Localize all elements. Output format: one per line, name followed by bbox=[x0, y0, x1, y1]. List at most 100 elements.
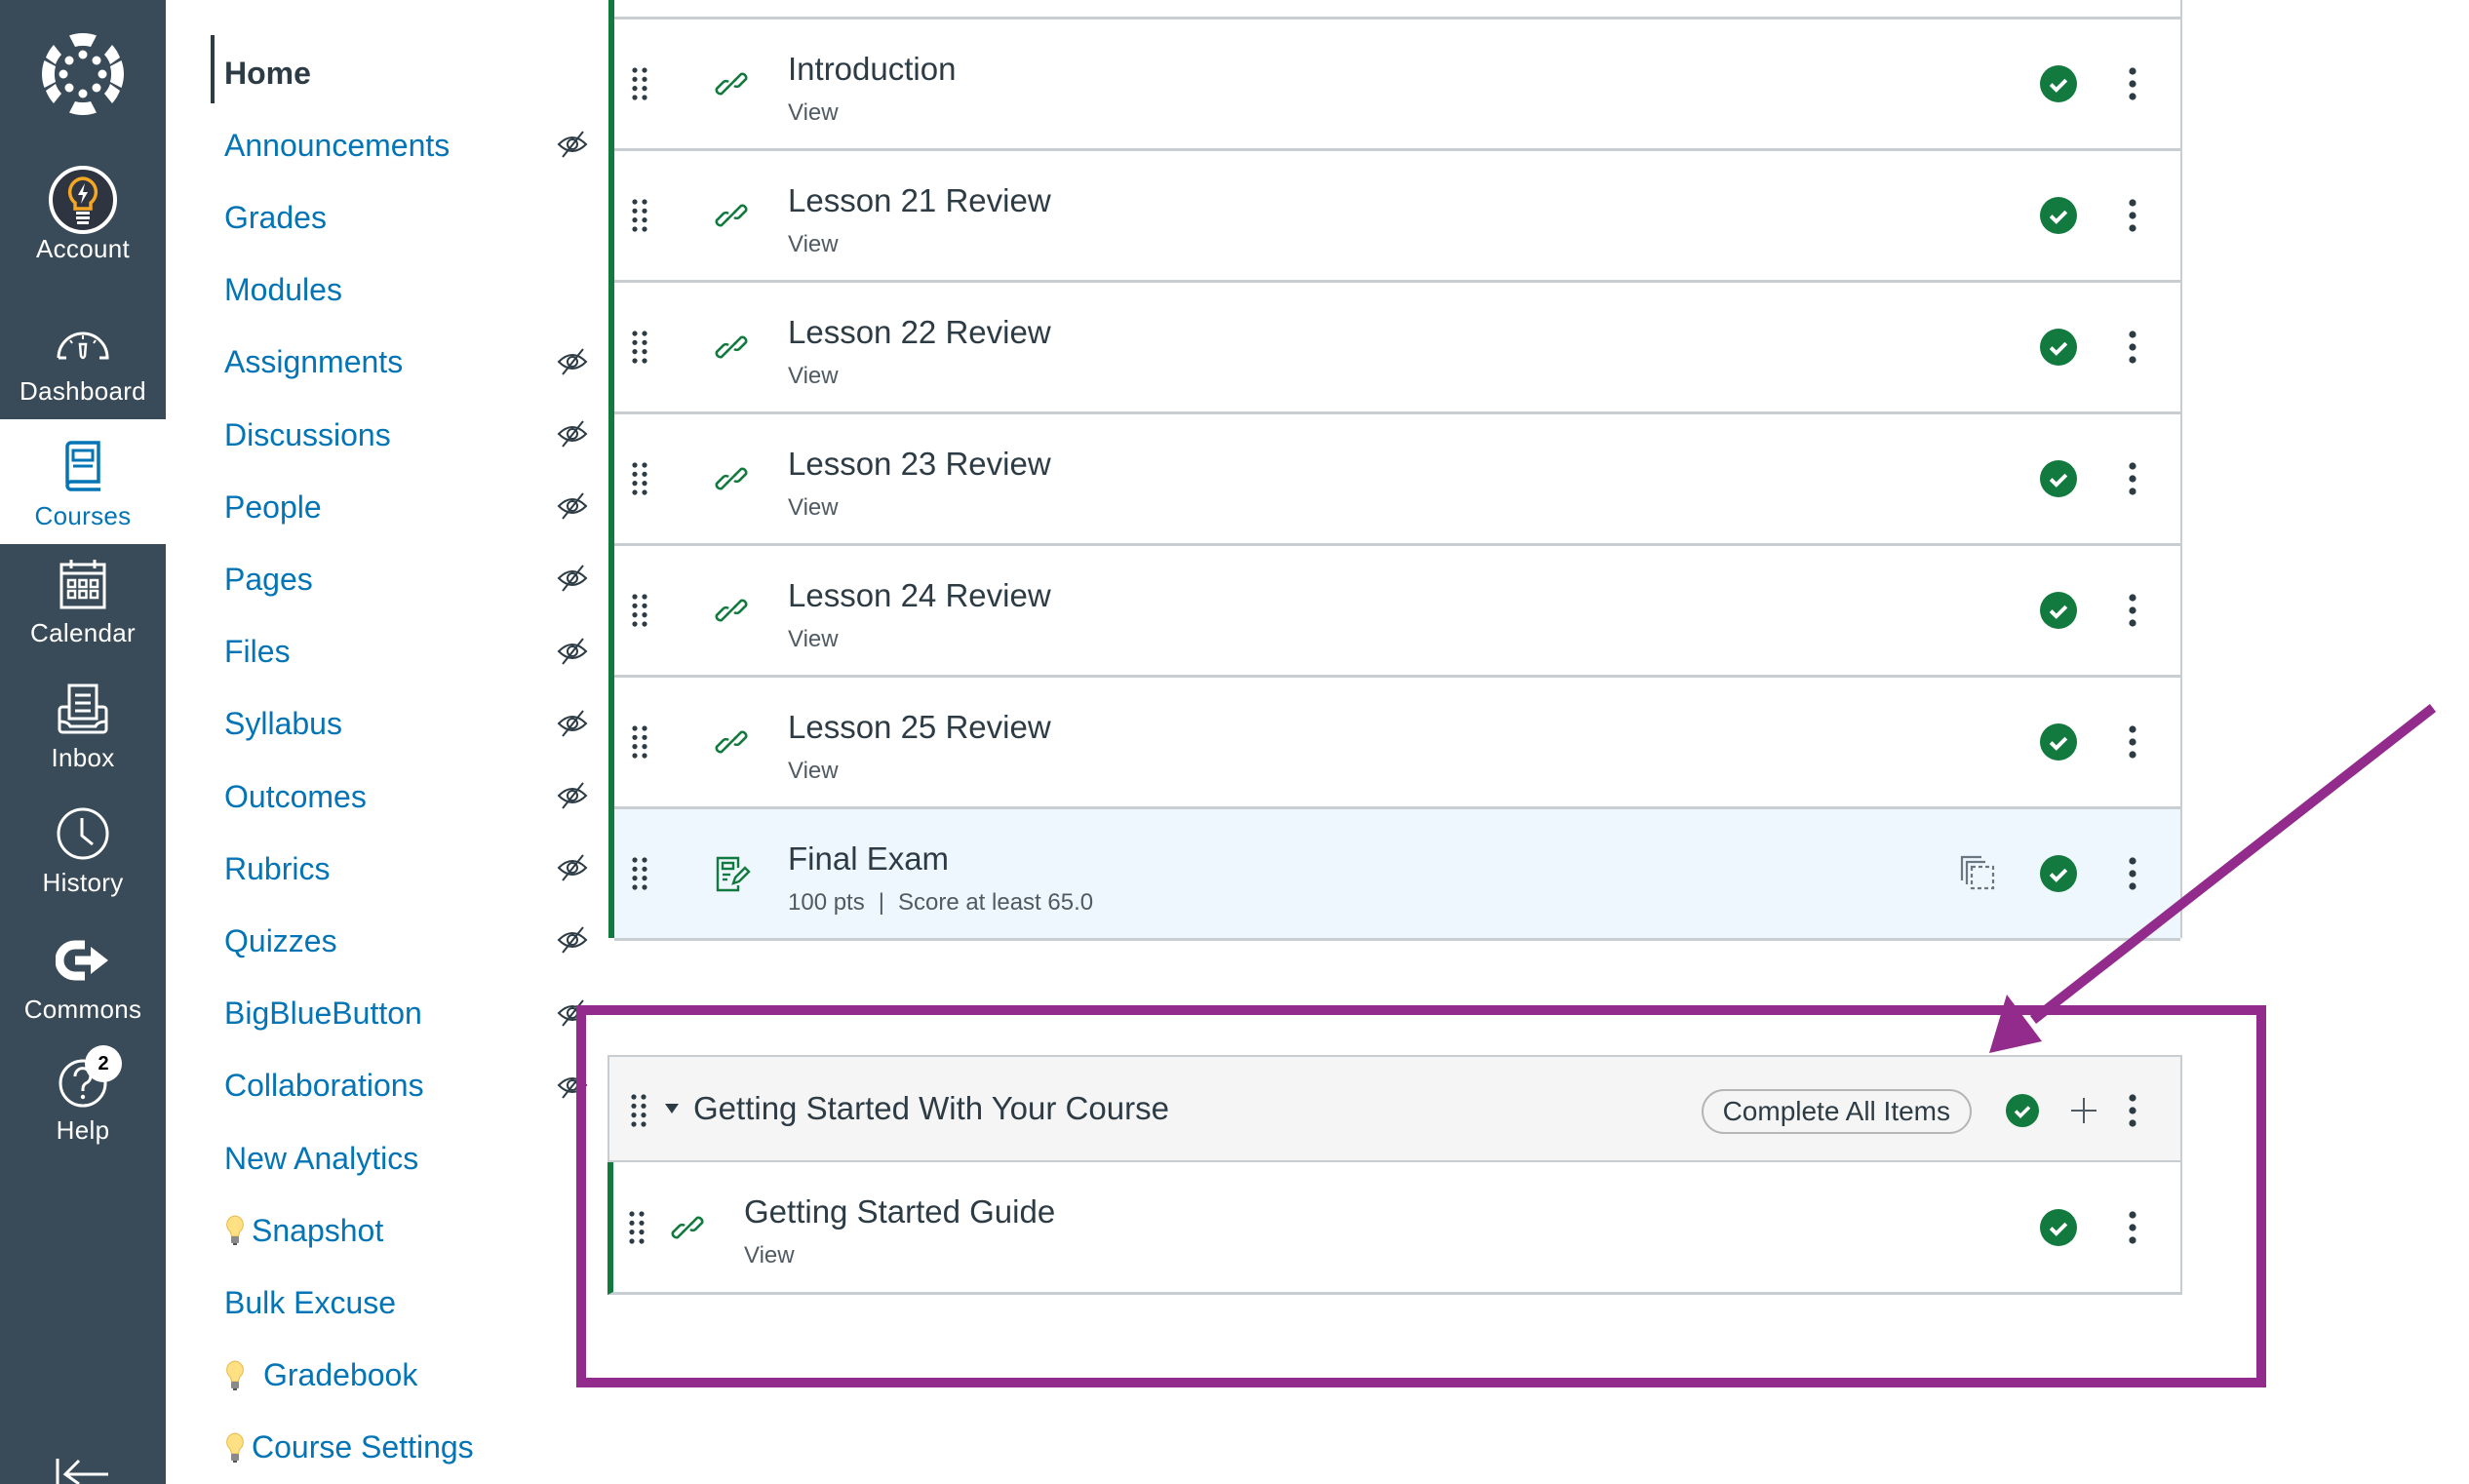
lightbulb-icon bbox=[224, 1214, 246, 1247]
module-item-row[interactable]: Final Exam 100 pts | Score at least 65.0 bbox=[614, 806, 2180, 941]
course-nav-item-files[interactable]: Files bbox=[224, 623, 588, 682]
published-check-icon[interactable] bbox=[2040, 723, 2077, 761]
module-item-row[interactable]: Lesson 22 Review View bbox=[614, 280, 2180, 411]
course-nav-link[interactable]: BigBlueButton bbox=[224, 996, 422, 1032]
drag-handle-icon[interactable] bbox=[630, 593, 649, 628]
item-options-icon[interactable] bbox=[2126, 724, 2139, 760]
global-nav-help[interactable]: 2 Help bbox=[0, 1045, 166, 1146]
course-nav-link[interactable]: Syllabus bbox=[224, 706, 342, 742]
course-nav-item-bulk-excuse[interactable]: Bulk Excuse bbox=[224, 1273, 556, 1332]
course-nav-item-syllabus[interactable]: Syllabus bbox=[224, 695, 588, 754]
duplicate-icon[interactable] bbox=[1958, 853, 1999, 894]
course-nav-link[interactable]: Discussions bbox=[224, 417, 391, 453]
course-nav-item-collaborations[interactable]: Collaborations bbox=[224, 1057, 588, 1115]
course-nav-label: New Analytics bbox=[224, 1140, 419, 1176]
global-nav-dashboard-label: Dashboard bbox=[20, 376, 146, 406]
course-nav-item-new-analytics[interactable]: New Analytics bbox=[224, 1129, 556, 1188]
module-item-row[interactable]: Lesson 21 Review View bbox=[614, 148, 2180, 280]
published-check-icon[interactable] bbox=[2040, 65, 2077, 102]
module-item-title[interactable]: Introduction bbox=[788, 51, 956, 88]
course-nav-link[interactable]: Rubrics bbox=[224, 851, 330, 887]
drag-handle-icon[interactable] bbox=[630, 724, 649, 760]
course-nav-link[interactable]: Collaborations bbox=[224, 1068, 424, 1104]
course-nav-item-pages[interactable]: Pages bbox=[224, 550, 588, 608]
module-items-list: Introduction View Lesson 21 Review View Less… bbox=[608, 0, 2182, 941]
item-options-icon[interactable] bbox=[2126, 330, 2139, 365]
course-nav-link[interactable]: Files bbox=[224, 634, 291, 670]
course-nav-link[interactable]: Bulk Excuse bbox=[224, 1285, 396, 1321]
drag-handle-icon[interactable] bbox=[630, 66, 649, 101]
published-check-icon[interactable] bbox=[2040, 197, 2077, 234]
drag-handle-icon[interactable] bbox=[630, 330, 649, 365]
drag-handle-icon[interactable] bbox=[630, 198, 649, 233]
course-nav-item-assignments[interactable]: Assignments bbox=[224, 333, 588, 392]
published-check-icon[interactable] bbox=[2040, 460, 2077, 497]
course-nav-item-quizzes[interactable]: Quizzes bbox=[224, 912, 588, 970]
course-nav-link[interactable]: Quizzes bbox=[224, 923, 337, 959]
published-check-icon[interactable] bbox=[2040, 329, 2077, 366]
global-nav-account[interactable]: Account bbox=[0, 166, 166, 264]
course-nav-item-rubrics[interactable]: Rubrics bbox=[224, 840, 588, 898]
course-nav-item-gradebook[interactable]: Gradebook bbox=[224, 1347, 556, 1405]
drag-handle-icon[interactable] bbox=[630, 461, 649, 496]
course-nav-link[interactable]: Announcements bbox=[224, 128, 450, 164]
module-item-title[interactable]: Lesson 21 Review bbox=[788, 182, 1051, 219]
collapse-arrow-icon[interactable] bbox=[54, 1455, 112, 1484]
module-item-title[interactable]: Final Exam bbox=[788, 840, 949, 878]
link-icon bbox=[712, 459, 751, 498]
course-nav-item-course-settings[interactable]: Course Settings bbox=[224, 1419, 556, 1477]
course-nav-item-modules[interactable]: Modules bbox=[224, 261, 556, 320]
item-options-icon[interactable] bbox=[2126, 593, 2139, 628]
item-options-icon[interactable] bbox=[2126, 66, 2139, 101]
course-nav-link[interactable]: Snapshot bbox=[224, 1213, 383, 1249]
module-item-subtitle: View bbox=[788, 99, 839, 127]
global-nav-calendar[interactable]: Calendar bbox=[0, 552, 166, 648]
module-item-row[interactable]: Lesson 25 Review View bbox=[614, 675, 2180, 806]
published-check-icon[interactable] bbox=[2040, 855, 2077, 892]
course-nav-link[interactable]: Assignments bbox=[224, 344, 403, 380]
module-item-title[interactable]: Lesson 23 Review bbox=[788, 446, 1051, 483]
global-nav-commons[interactable]: Commons bbox=[0, 928, 166, 1025]
course-nav-item-outcomes[interactable]: Outcomes bbox=[224, 767, 588, 826]
view-label: View bbox=[788, 231, 839, 257]
course-nav-link[interactable]: Course Settings bbox=[224, 1429, 474, 1465]
global-nav-inbox[interactable]: Inbox bbox=[0, 677, 166, 773]
module-item-title[interactable]: Lesson 22 Review bbox=[788, 314, 1051, 351]
module-item-row[interactable]: Introduction View bbox=[614, 17, 2180, 148]
module-item-row[interactable]: Lesson 24 Review View bbox=[614, 543, 2180, 675]
course-nav-item-discussions[interactable]: Discussions bbox=[224, 406, 588, 464]
item-options-icon[interactable] bbox=[2126, 461, 2139, 496]
course-nav-link[interactable]: Home bbox=[224, 56, 311, 92]
course-nav-link[interactable]: Gradebook bbox=[224, 1357, 417, 1393]
course-nav-item-grades[interactable]: Grades bbox=[224, 188, 556, 247]
canvas-logo-icon[interactable] bbox=[0, 27, 166, 121]
course-nav-label: Pages bbox=[224, 561, 313, 597]
published-check-icon[interactable] bbox=[2040, 592, 2077, 629]
course-nav-item-snapshot[interactable]: Snapshot bbox=[224, 1201, 556, 1260]
course-nav-link[interactable]: New Analytics bbox=[224, 1141, 418, 1177]
global-nav-history[interactable]: History bbox=[0, 801, 166, 898]
view-label: View bbox=[788, 363, 839, 389]
course-nav-link[interactable]: Grades bbox=[224, 200, 327, 236]
course-nav-item-bigbluebutton[interactable]: BigBlueButton bbox=[224, 985, 588, 1043]
module-item-row[interactable]: Lesson 23 Review View bbox=[614, 411, 2180, 543]
global-nav-courses[interactable]: Courses bbox=[0, 419, 166, 544]
drag-handle-icon[interactable] bbox=[630, 856, 649, 891]
item-options-icon[interactable] bbox=[2126, 198, 2139, 233]
module-item-title[interactable]: Lesson 25 Review bbox=[788, 709, 1051, 746]
course-nav-link[interactable]: People bbox=[224, 489, 322, 526]
course-nav-item-home[interactable]: Home bbox=[224, 44, 556, 102]
course-nav-link[interactable]: Modules bbox=[224, 272, 342, 308]
hidden-eye-icon bbox=[556, 489, 589, 523]
requirement-label: Score at least 65.0 bbox=[897, 889, 1094, 916]
module-item-title[interactable]: Lesson 24 Review bbox=[788, 577, 1051, 614]
course-nav-label: BigBlueButton bbox=[224, 996, 422, 1032]
course-nav-label: Files bbox=[224, 634, 291, 670]
inbox-icon bbox=[48, 677, 118, 741]
global-nav-dashboard[interactable]: Dashboard bbox=[0, 310, 166, 419]
item-options-icon[interactable] bbox=[2126, 856, 2139, 891]
course-nav-item-people[interactable]: People bbox=[224, 478, 588, 536]
course-nav-link[interactable]: Outcomes bbox=[224, 779, 367, 815]
course-nav-link[interactable]: Pages bbox=[224, 562, 313, 598]
course-nav-item-announcements[interactable]: Announcements bbox=[224, 116, 588, 175]
